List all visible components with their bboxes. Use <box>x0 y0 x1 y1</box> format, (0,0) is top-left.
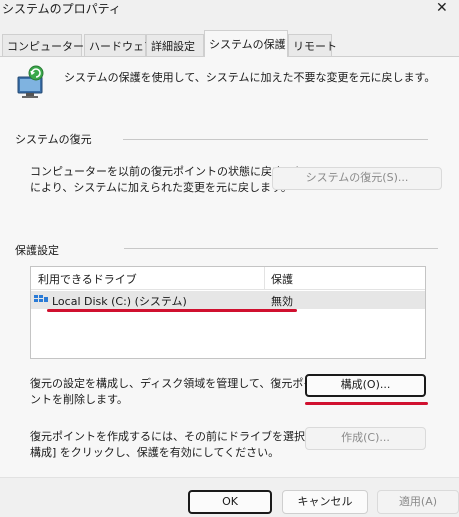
protection-divider <box>124 248 438 249</box>
drive-name: Local Disk (C:) (システム) <box>52 295 187 308</box>
create-text-line2: 構成] をクリックし、保護を有効にしてください。 <box>30 446 280 459</box>
window-title: システムのプロパティ <box>2 2 121 16</box>
tab-computer-name[interactable]: コンピューター名 <box>2 34 95 56</box>
tab-remote[interactable]: リモート <box>288 34 337 56</box>
configure-text-line2: ントを削除します。 <box>30 393 128 406</box>
create-button[interactable]: 作成(C)... <box>305 427 426 450</box>
configure-text-line1: 復元の設定を構成し、ディスク領域を管理して、復元ポイ <box>30 377 315 390</box>
column-separator <box>264 267 265 289</box>
create-text-line1: 復元ポイントを作成するには、その前にドライブを選択して [ <box>30 430 335 443</box>
intro-text: システムの保護を使用して、システムに加えた不要な変更を元に戻します。 <box>64 71 436 84</box>
drive-list[interactable]: 利用できるドライブ 保護 Local Disk (C:) (システム) 無効 <box>30 266 426 359</box>
system-restore-button[interactable]: システムの復元(S)... <box>272 167 442 190</box>
tab-hardware[interactable]: ハードウェア <box>84 34 155 56</box>
red-annotation-underline-2 <box>305 402 428 405</box>
tab-system-protection[interactable]: システムの保護 <box>204 30 288 57</box>
drive-icon <box>34 293 48 305</box>
system-protection-icon <box>16 65 48 99</box>
red-annotation-underline <box>47 309 297 312</box>
close-icon[interactable]: ✕ <box>436 0 448 16</box>
cancel-button[interactable]: キャンセル <box>282 490 368 514</box>
restore-divider <box>123 139 428 140</box>
column-protection[interactable]: 保護 <box>271 271 293 287</box>
drive-list-header: 利用できるドライブ 保護 <box>31 267 425 290</box>
ok-button[interactable]: OK <box>188 490 272 514</box>
restore-description-line2: により、システムに加えられた変更を元に戻します。 <box>30 181 292 194</box>
configure-button[interactable]: 構成(O)... <box>305 374 426 397</box>
restore-heading: システムの復元 <box>15 133 92 146</box>
table-row[interactable]: Local Disk (C:) (システム) 無効 <box>31 291 425 309</box>
apply-button[interactable]: 適用(A) <box>377 490 459 514</box>
protection-heading: 保護設定 <box>15 244 59 257</box>
column-drive[interactable]: 利用できるドライブ <box>38 271 137 287</box>
tab-advanced[interactable]: 詳細設定 <box>146 34 204 56</box>
drive-protection-status: 無効 <box>271 295 293 308</box>
restore-description-line1: コンピューターを以前の復元ポイントの状態に戻すこと <box>30 165 305 178</box>
